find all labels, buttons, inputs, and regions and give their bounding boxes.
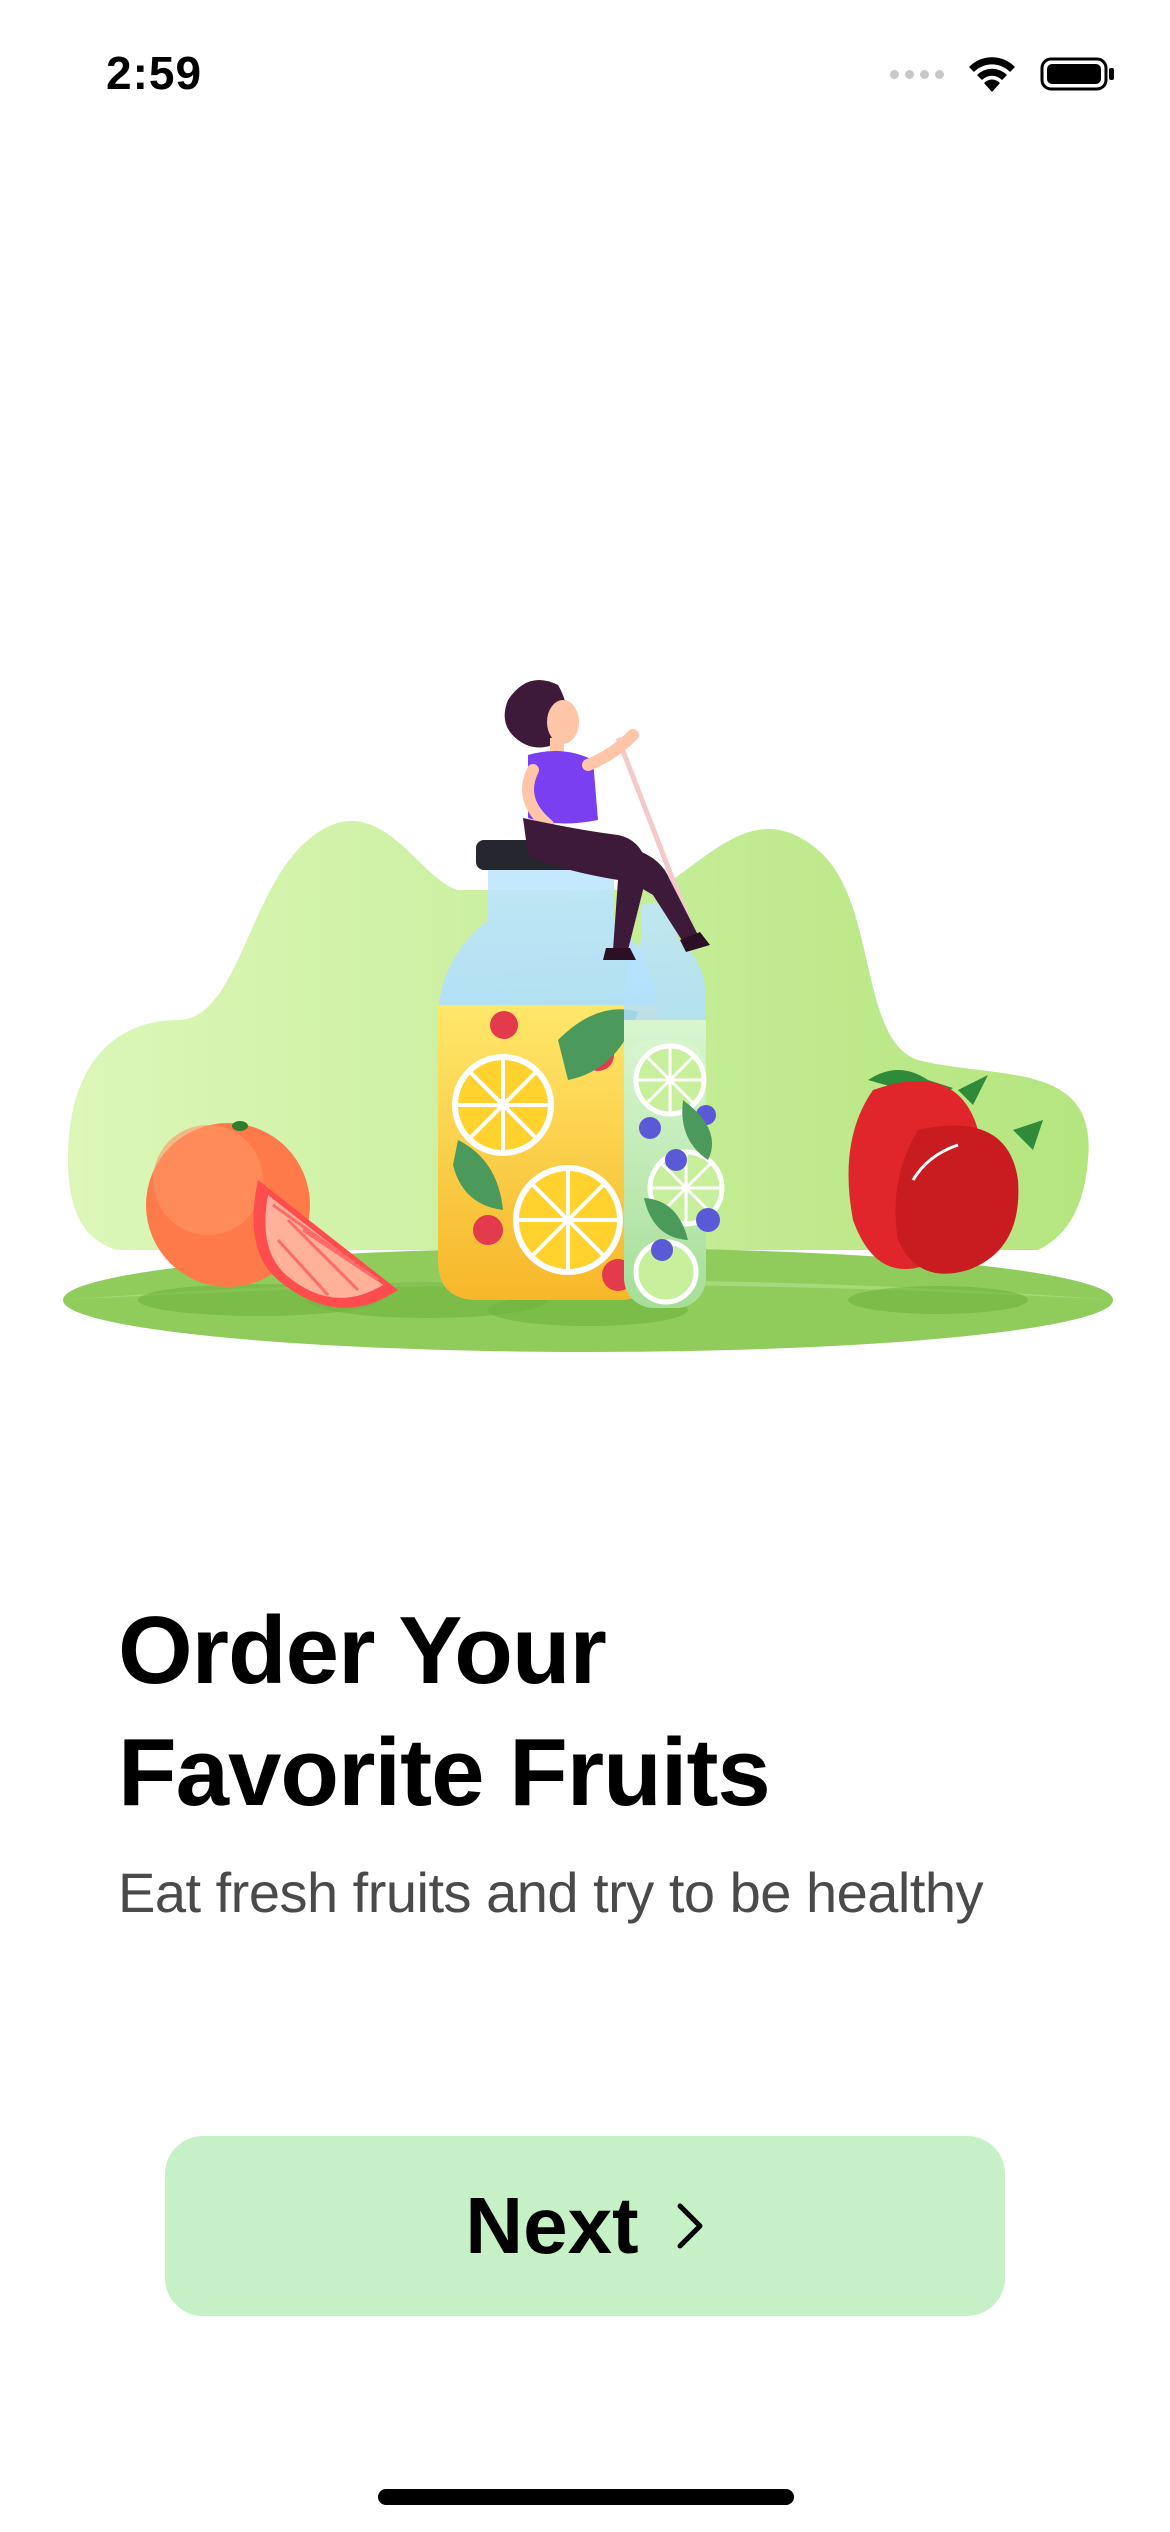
status-time: 2:59 — [106, 47, 203, 99]
next-button-label: Next — [465, 2181, 639, 2270]
title-line-2: Favorite Fruits — [118, 1719, 771, 1826]
onboarding-subtitle: Eat fresh fruits and try to be healthy — [118, 1861, 984, 1924]
onboarding-title: Order Your Favorite Fruits — [118, 1590, 1118, 1834]
title-line-1: Order Your — [118, 1597, 607, 1704]
status-bar: 2:59 — [0, 0, 1170, 150]
battery-icon — [1040, 57, 1114, 91]
status-icons — [890, 52, 1116, 96]
cellular-signal-icon — [890, 69, 944, 79]
next-button[interactable]: Next — [165, 2136, 1005, 2316]
home-indicator[interactable] — [378, 2489, 794, 2505]
chevron-right-icon — [677, 2203, 703, 2249]
hero-illustration — [63, 680, 1113, 1352]
wifi-icon — [969, 57, 1015, 92]
